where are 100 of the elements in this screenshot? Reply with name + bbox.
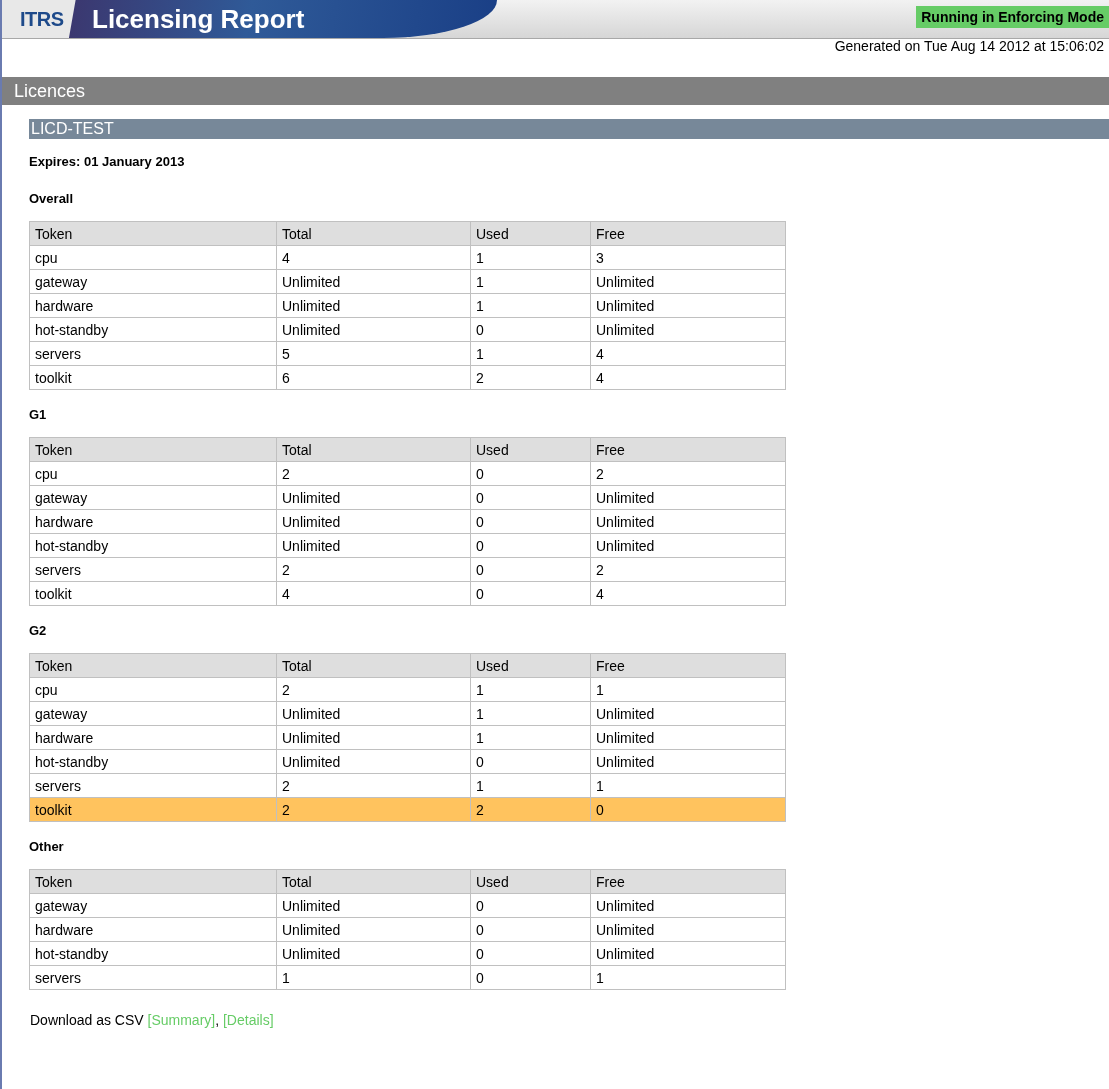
table-cell: hardware [29, 509, 277, 534]
table-cell: 4 [276, 245, 471, 270]
table-cell: toolkit [29, 581, 277, 606]
table-cell: 0 [470, 941, 591, 966]
table-cell: Unlimited [590, 725, 786, 750]
table-cell: servers [29, 773, 277, 798]
table-cell: hardware [29, 293, 277, 318]
table-cell: servers [29, 341, 277, 366]
table-cell: 0 [470, 533, 591, 558]
section-header: Licences [2, 77, 1109, 105]
table-cell: 0 [470, 893, 591, 918]
table-cell: 1 [470, 269, 591, 294]
table-cell: 1 [470, 677, 591, 702]
group-title: Other [29, 838, 65, 856]
csv-link[interactable]: [Summary] [147, 1012, 216, 1028]
table-cell: 1 [590, 773, 786, 798]
table-cell: Unlimited [590, 749, 786, 774]
logo-text: ITRS [20, 7, 65, 31]
table-cell: 1 [470, 341, 591, 366]
table-cell: 0 [470, 965, 591, 990]
expiry-date: Expires: 01 January 2013 [29, 154, 186, 171]
table-cell: gateway [29, 893, 277, 918]
download-text: Download as CSV [Summary], [Details] [30, 1012, 275, 1028]
table-cell: Unlimited [276, 893, 471, 918]
table-cell: Unlimited [276, 533, 471, 558]
column-header: Token [29, 221, 277, 246]
table-cell: 2 [590, 461, 786, 486]
mode-badge: Running in Enforcing Mode [916, 6, 1109, 28]
table-cell: 4 [590, 581, 786, 606]
column-header: Free [590, 653, 786, 678]
table-cell: servers [29, 965, 277, 990]
table-cell: Unlimited [590, 293, 786, 318]
group-title: G1 [29, 406, 48, 424]
table-cell: 0 [470, 485, 591, 510]
table-cell: 0 [470, 509, 591, 534]
column-header: Free [590, 221, 786, 246]
generated-timestamp: Generated on Tue Aug 14 2012 at 15:06:02 [834, 38, 1104, 54]
table-cell: Unlimited [590, 269, 786, 294]
column-header: Total [276, 653, 471, 678]
table-cell: 0 [470, 461, 591, 486]
table-cell: 1 [276, 965, 471, 990]
table-cell: 2 [276, 557, 471, 582]
table-cell: 1 [470, 725, 591, 750]
table-cell: cpu [29, 461, 277, 486]
table-cell: hot-standby [29, 749, 277, 774]
column-header: Token [29, 653, 277, 678]
table-cell: 4 [590, 365, 786, 390]
table-cell: Unlimited [276, 269, 471, 294]
table-cell: Unlimited [590, 485, 786, 510]
table-cell: Unlimited [590, 941, 786, 966]
group-title: Overall [29, 190, 75, 208]
table-cell: Unlimited [590, 893, 786, 918]
table-cell: 1 [470, 773, 591, 798]
column-header: Used [470, 221, 591, 246]
table-cell: hot-standby [29, 941, 277, 966]
table-cell: 2 [276, 797, 471, 822]
table-cell: cpu [29, 245, 277, 270]
table-cell: Unlimited [276, 293, 471, 318]
column-header: Total [276, 869, 471, 894]
table-cell: hot-standby [29, 317, 277, 342]
table-cell: hardware [29, 917, 277, 942]
table-cell: Unlimited [590, 701, 786, 726]
table-cell: 4 [590, 341, 786, 366]
table-cell: 0 [470, 917, 591, 942]
table-cell: gateway [29, 485, 277, 510]
table-cell: 4 [276, 581, 471, 606]
table-cell: Unlimited [590, 317, 786, 342]
column-header: Token [29, 437, 277, 462]
table-cell: 0 [470, 557, 591, 582]
column-header: Used [470, 437, 591, 462]
column-header: Total [276, 221, 471, 246]
report-title: Licensing Report [92, 3, 305, 35]
table-cell: 1 [590, 677, 786, 702]
table-cell: 0 [470, 581, 591, 606]
table-cell: 3 [590, 245, 786, 270]
table-cell: Unlimited [276, 749, 471, 774]
table-cell: 5 [276, 341, 471, 366]
column-header: Used [470, 869, 591, 894]
table-cell: 2 [276, 773, 471, 798]
table-cell: Unlimited [276, 317, 471, 342]
table-cell: Unlimited [276, 941, 471, 966]
column-header: Used [470, 653, 591, 678]
table-cell: Unlimited [590, 533, 786, 558]
table-cell: Unlimited [590, 509, 786, 534]
group-title: G2 [29, 622, 48, 640]
table-cell: Unlimited [276, 917, 471, 942]
table-cell: toolkit [29, 797, 277, 822]
column-header: Free [590, 437, 786, 462]
table-cell: 0 [470, 749, 591, 774]
table-cell: toolkit [29, 365, 277, 390]
table-cell: Unlimited [276, 509, 471, 534]
table-cell: cpu [29, 677, 277, 702]
table-cell: gateway [29, 269, 277, 294]
csv-link[interactable]: [Details] [223, 1012, 274, 1028]
table-cell: 1 [470, 293, 591, 318]
licence-header: LICD-TEST [29, 119, 1109, 139]
table-cell: 0 [590, 797, 786, 822]
table-cell: Unlimited [276, 701, 471, 726]
table-cell: Unlimited [276, 485, 471, 510]
table-cell: 1 [470, 245, 591, 270]
